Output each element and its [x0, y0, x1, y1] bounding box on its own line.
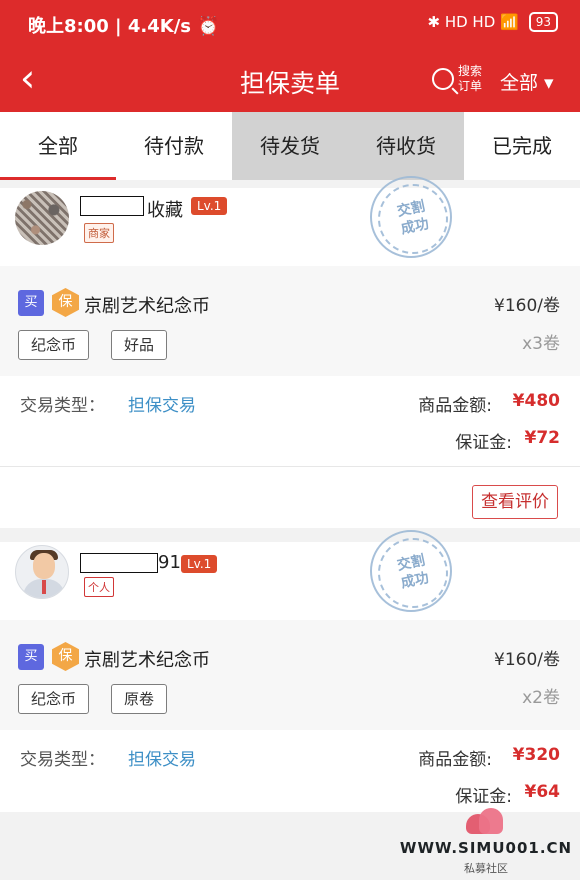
page-title: 担保卖单 [239, 69, 340, 98]
product-row[interactable]: 买 保 京剧艺术纪念币 ¥160/卷 纪念币 原卷 x2卷 [0, 620, 580, 730]
watermark-subtitle: 私募社区 [464, 862, 508, 875]
amount-value: ¥480 [512, 391, 560, 411]
tag-commemorative-coin: 纪念币 [18, 684, 90, 714]
site-watermark: WWW.SIMU001.CN 私募社区 [394, 798, 578, 876]
order-status-tabs: 全部 待付款 待发货 待收货 已完成 [0, 112, 580, 180]
quantity: x2卷 [522, 688, 560, 708]
quantity: x3卷 [522, 334, 560, 354]
unit-price: ¥160/卷 [494, 650, 560, 670]
status-bar: 晚上8:00 | 4.4K/s ⏰ ✱ HD HD 📶 93 [0, 0, 580, 48]
buy-badge: 买 [18, 290, 44, 316]
stamp-label: 交割成功 [395, 198, 431, 238]
product-title[interactable]: 京剧艺术纪念币 [84, 646, 210, 672]
avatar-tie [42, 580, 46, 594]
seller-name-suffix: 收藏 [147, 200, 183, 221]
amount-label: 商品金额: [418, 396, 492, 416]
navigation-bar: ‹ 担保卖单 搜索订单 全部 ▾ [0, 48, 580, 112]
network-icons: ✱ HD HD 📶 [427, 13, 519, 31]
amount-value: ¥320 [512, 745, 560, 765]
stamp-label: 交割成功 [395, 552, 431, 592]
filter-dropdown[interactable]: 全部 ▾ [500, 68, 554, 95]
tag-commemorative-coin: 纪念币 [18, 330, 90, 360]
top-header: 晚上8:00 | 4.4K/s ⏰ ✱ HD HD 📶 93 ‹ 担保卖单 搜索… [0, 0, 580, 112]
guarantee-badge: 保 [52, 288, 79, 317]
masked-seller-name [80, 196, 144, 216]
trade-type-value: 担保交易 [128, 750, 196, 770]
status-time: 晚上8:00 | 4.4K/s ⏰ [28, 16, 220, 37]
order-actions: 查看评价 [0, 466, 580, 536]
deposit-value: ¥72 [524, 428, 561, 448]
seller-name-suffix: 91 [158, 552, 181, 573]
seller-row: 收藏 Lv.1 商家 交割成功 [0, 176, 580, 266]
tab-pending-shipment[interactable]: 待发货 [232, 112, 348, 180]
seller-avatar[interactable] [15, 545, 69, 599]
search-icon [432, 68, 454, 90]
trade-type-label: 交易类型： [20, 396, 105, 416]
tab-pending-payment[interactable]: 待付款 [116, 112, 232, 180]
buy-badge: 买 [18, 644, 44, 670]
trade-info: 交易类型： 担保交易 商品金额: ¥480 保证金: ¥72 [0, 376, 580, 466]
search-orders-button[interactable]: 搜索订单 [432, 64, 486, 94]
product-title[interactable]: 京剧艺术纪念币 [84, 292, 210, 318]
avatar-face [33, 553, 55, 579]
watermark-logo-icon [462, 804, 504, 838]
deposit-label: 保证金: [455, 433, 512, 453]
logo-shape-right [479, 808, 503, 834]
seller-row: 91 Lv.1 个人 交割成功 [0, 530, 580, 620]
watermark-url: WWW.SIMU001.CN [399, 839, 573, 857]
amount-label: 商品金额: [418, 750, 492, 770]
level-badge: Lv.1 [191, 197, 228, 215]
tab-pending-receipt[interactable]: 待收货 [348, 112, 464, 180]
seller-type-badge: 个人 [84, 577, 114, 597]
search-label: 搜索订单 [458, 64, 483, 93]
seller-avatar[interactable] [15, 191, 69, 245]
order-card[interactable]: 91 Lv.1 个人 交割成功 买 保 京剧艺术纪念币 ¥160/卷 纪念币 原… [0, 530, 580, 812]
tab-completed[interactable]: 已完成 [464, 112, 580, 180]
tab-all[interactable]: 全部 [0, 112, 116, 180]
tag-condition: 原卷 [111, 684, 168, 714]
battery-icon: 93 [528, 12, 558, 32]
transaction-success-stamp: 交割成功 [370, 530, 452, 612]
level-badge: Lv.1 [181, 555, 218, 573]
status-icons: ✱ HD HD 📶 93 [427, 12, 558, 32]
unit-price: ¥160/卷 [494, 296, 560, 316]
trade-type-label: 交易类型： [20, 750, 105, 770]
seller-type-badge: 商家 [84, 223, 114, 243]
view-review-button[interactable]: 查看评价 [472, 485, 558, 519]
masked-seller-name [80, 553, 158, 573]
transaction-success-stamp: 交割成功 [370, 176, 452, 258]
guarantee-badge: 保 [52, 642, 79, 671]
trade-type-value: 担保交易 [128, 396, 196, 416]
order-card[interactable]: 收藏 Lv.1 商家 交割成功 买 保 京剧艺术纪念币 ¥160/卷 纪念币 好… [0, 176, 580, 528]
product-row[interactable]: 买 保 京剧艺术纪念币 ¥160/卷 纪念币 好品 x3卷 [0, 266, 580, 376]
tag-condition: 好品 [111, 330, 168, 360]
